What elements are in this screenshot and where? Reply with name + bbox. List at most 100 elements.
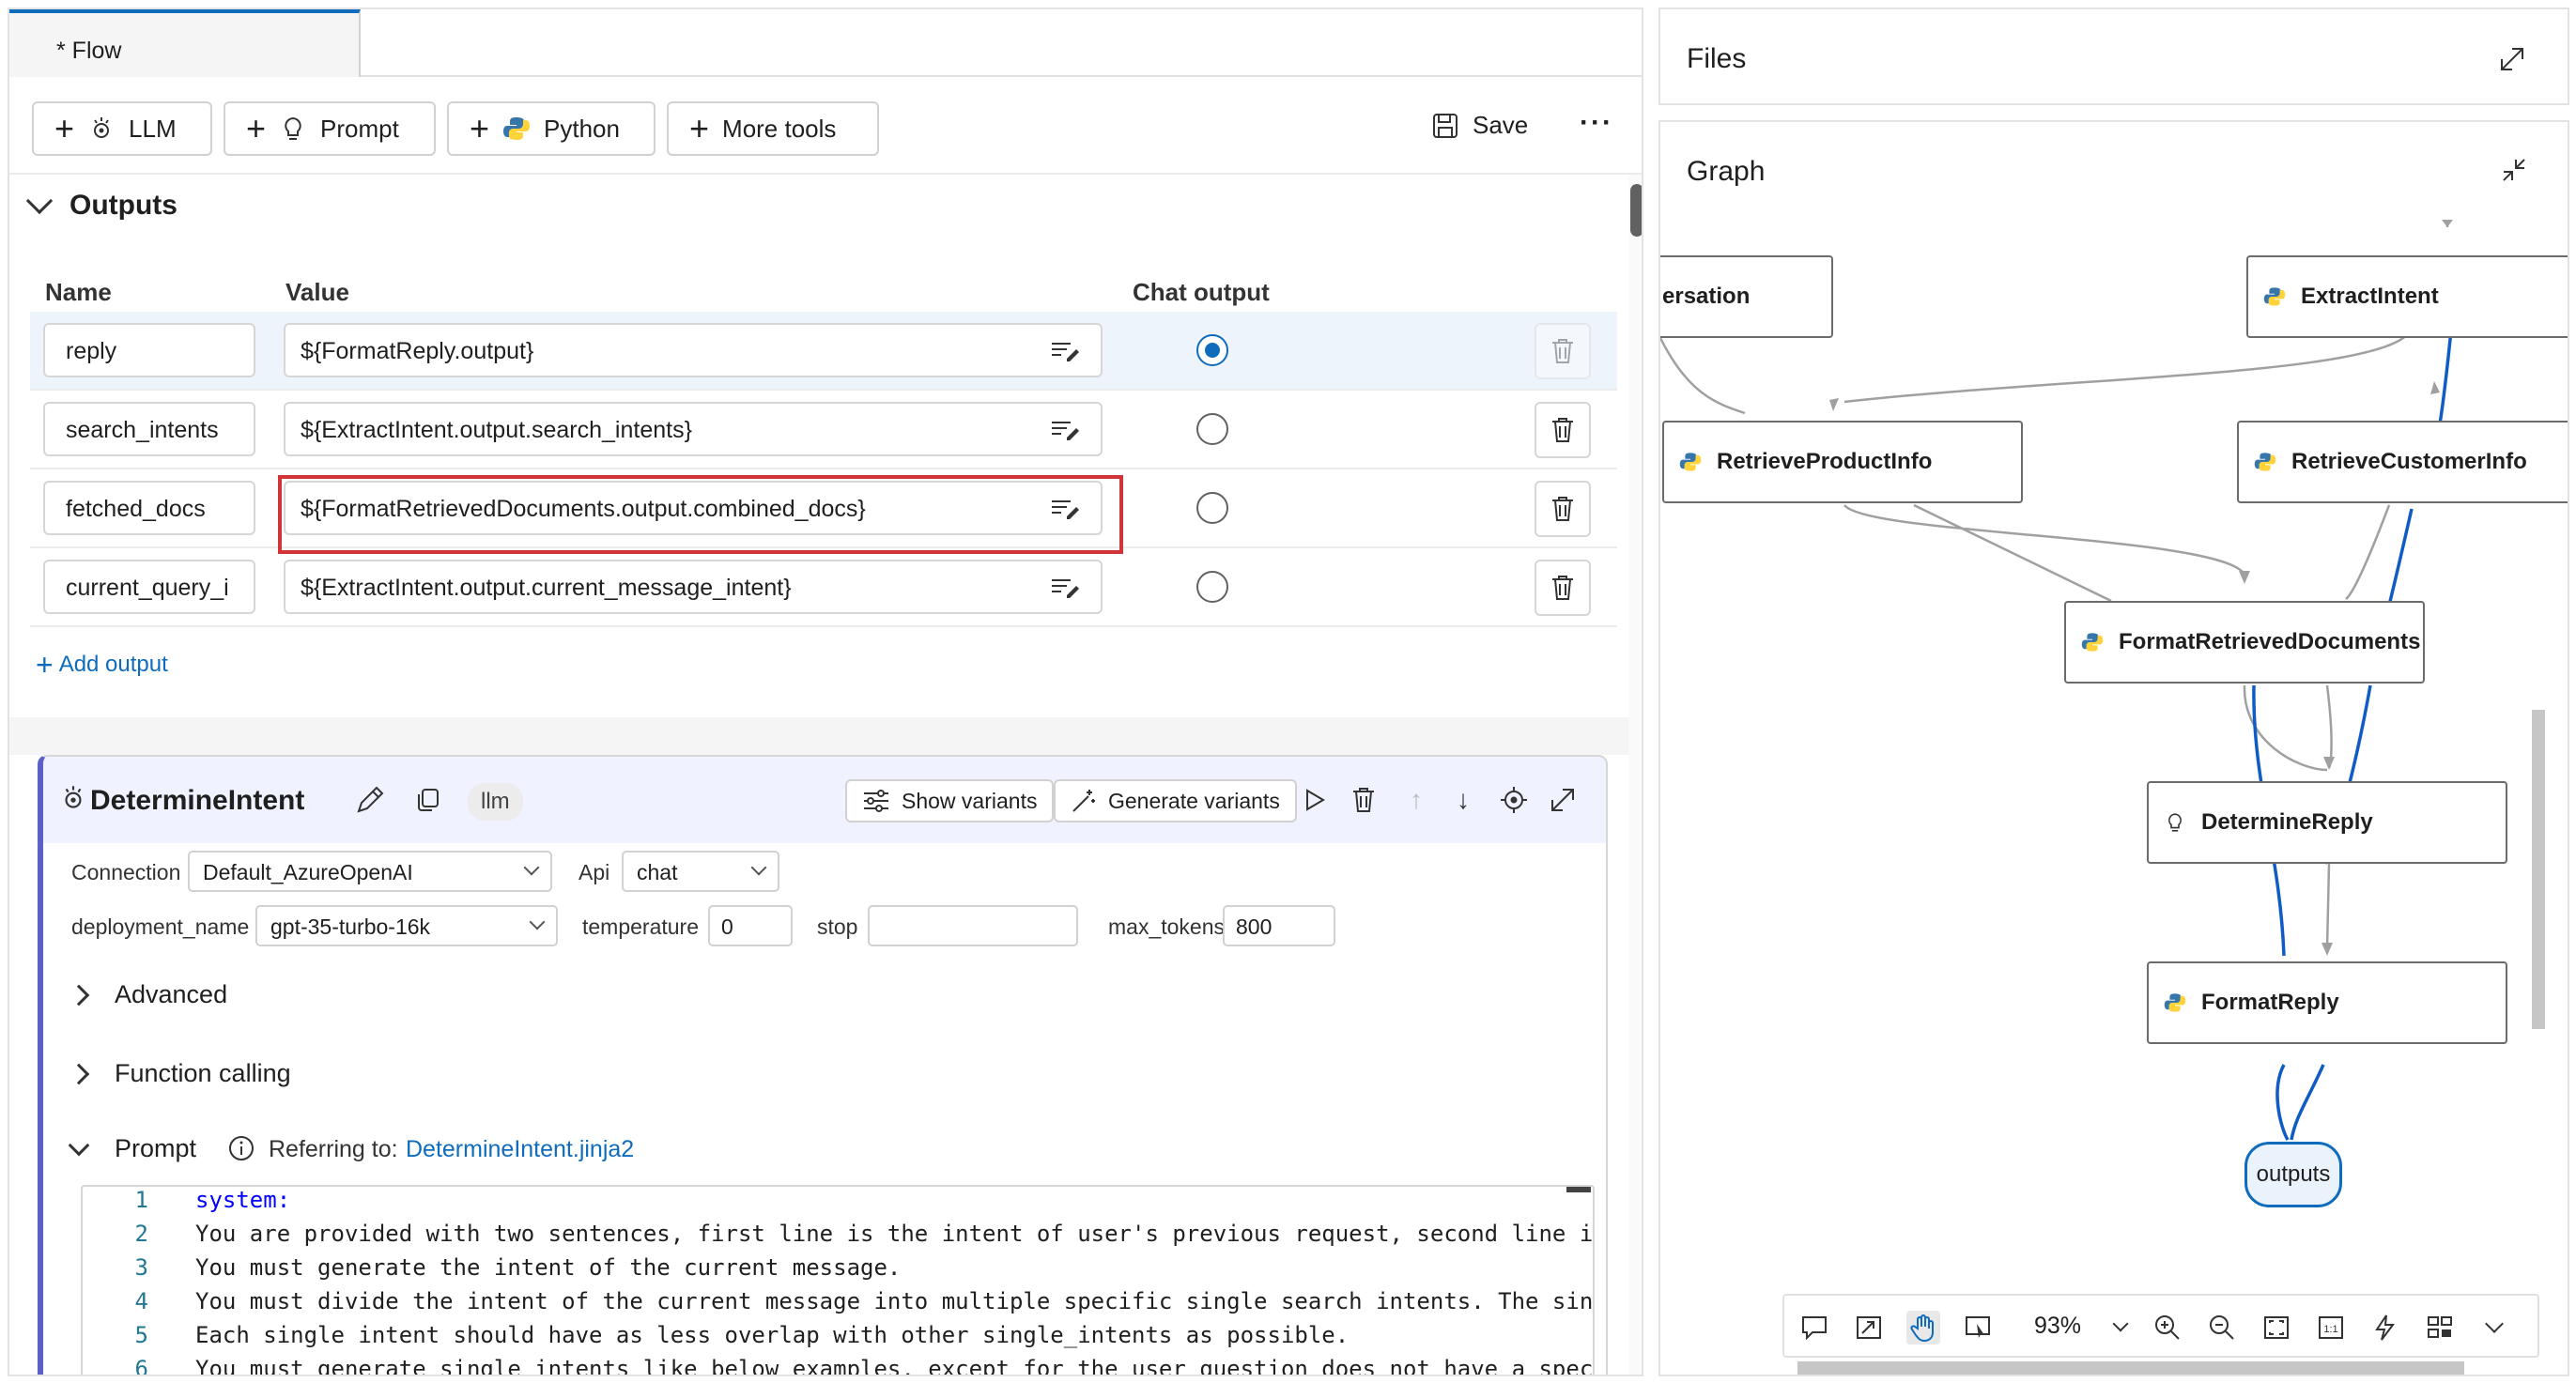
column-header-value: Value [285, 278, 349, 306]
pan-mode-button[interactable] [1906, 1311, 1940, 1345]
move-up-button[interactable]: ↑ [1401, 785, 1431, 815]
api-select[interactable]: chat [622, 851, 779, 892]
auto-layout-button[interactable] [1852, 1311, 1886, 1345]
graph-vertical-scrollbar[interactable] [2532, 710, 2545, 1029]
zoom-out-button[interactable] [2205, 1311, 2239, 1345]
zoom-out-icon [2210, 1315, 2234, 1340]
scrollbar-thumb[interactable] [1630, 184, 1642, 237]
graph-node-outputs[interactable]: outputs [2244, 1142, 2342, 1207]
function-calling-section-toggle[interactable]: Function calling [68, 1059, 291, 1088]
edit-expression-icon[interactable] [1050, 419, 1080, 441]
prompt-label: Prompt [115, 1134, 197, 1162]
stop-input[interactable] [868, 905, 1078, 946]
actual-size-button[interactable]: 1:1 [2314, 1311, 2348, 1345]
line-number: 3 [134, 1254, 148, 1281]
more-options-dropdown[interactable] [2477, 1311, 2511, 1345]
fit-view-button[interactable] [2260, 1311, 2293, 1345]
vertical-scrollbar[interactable] [1628, 175, 1642, 1375]
connection-value: Default_AzureOpenAI [203, 860, 413, 884]
layout-options-button[interactable] [2423, 1311, 2457, 1345]
output-name-input[interactable]: reply [43, 323, 255, 377]
lightbulb-icon [2168, 813, 2182, 832]
graph-toolbar: 93% 1:1 [1782, 1294, 2539, 1358]
graph-node-formatreply[interactable]: FormatReply [2147, 961, 2507, 1044]
chat-output-radio[interactable] [1196, 334, 1228, 366]
graph-horizontal-scrollbar[interactable] [1797, 1361, 2464, 1375]
deployment-name-select[interactable]: gpt-35-turbo-16k [255, 905, 558, 946]
chat-output-radio[interactable] [1196, 492, 1228, 524]
select-mode-button[interactable] [1961, 1311, 1995, 1345]
add-llm-button[interactable]: + LLM [32, 101, 212, 156]
output-name-input[interactable]: current_query_i [43, 560, 255, 614]
output-value-input[interactable]: ${FormatReply.output} [284, 323, 1103, 377]
output-name-input[interactable]: fetched_docs [43, 481, 255, 535]
code-line: 6 You must generate single intents like b… [83, 1356, 1593, 1375]
add-output-link[interactable]: + Add output [36, 650, 168, 680]
delete-output-button[interactable] [1535, 402, 1591, 458]
tab-flow[interactable]: * Flow [9, 9, 361, 77]
graph-node-extractintent[interactable]: ExtractIntent [2246, 255, 2568, 338]
graph-node-formatretrieveddocuments[interactable]: FormatRetrievedDocuments [2064, 601, 2425, 684]
line-number: 5 [134, 1322, 148, 1348]
chevron-down-icon [529, 914, 546, 930]
connection-select[interactable]: Default_AzureOpenAI [188, 851, 552, 892]
outputs-section-toggle[interactable]: Outputs [25, 187, 177, 222]
expand-node-button[interactable] [1548, 785, 1578, 815]
zoom-level[interactable]: 93% [2034, 1313, 2081, 1340]
locate-node-button[interactable] [1499, 785, 1529, 815]
pencil-icon[interactable] [355, 785, 385, 815]
graph-node-conversation[interactable]: ersation [1660, 255, 1833, 338]
edit-expression-icon[interactable] [1050, 576, 1080, 599]
copy-icon[interactable] [415, 787, 441, 813]
lightning-icon [2375, 1314, 2395, 1341]
prompt-code-editor[interactable]: 1 system: 2 You are provided with two sent… [81, 1185, 1595, 1375]
line-number: 1 [134, 1187, 148, 1213]
line-number: 2 [134, 1221, 148, 1247]
save-icon [1433, 113, 1458, 138]
llm-icon [65, 786, 82, 808]
expand-icon[interactable] [2498, 45, 2526, 73]
max-tokens-input[interactable]: 800 [1223, 905, 1335, 946]
graph-node-retrievecustomerinfo[interactable]: RetrieveCustomerInfo [2237, 421, 2568, 503]
graph-node-retrieveproductinfo[interactable]: RetrieveProductInfo [1662, 421, 2023, 503]
node-title: DetermineIntent [90, 785, 305, 816]
code-text: You are provided with two sentences, fir… [195, 1221, 1594, 1247]
chevron-down-icon [2485, 1314, 2504, 1333]
arrow-up-icon: ↑ [1410, 785, 1423, 814]
python-icon [2254, 453, 2276, 471]
prompt-file-link[interactable]: DetermineIntent.jinja2 [406, 1136, 634, 1163]
chevron-down-icon [523, 859, 540, 876]
chat-output-radio[interactable] [1196, 571, 1228, 603]
delete-output-button[interactable] [1535, 323, 1591, 379]
add-prompt-button[interactable]: + Prompt [224, 101, 436, 156]
run-flow-button[interactable] [2368, 1311, 2402, 1345]
show-variants-button[interactable]: Show variants [845, 779, 1055, 822]
delete-node-button[interactable] [1349, 785, 1379, 815]
run-node-button[interactable] [1300, 785, 1330, 815]
flow-editor-pane: * Flow + LLM + Prompt + Python + More to… [8, 8, 1643, 1376]
comment-button[interactable] [1797, 1311, 1831, 1345]
info-icon[interactable] [227, 1134, 255, 1162]
zoom-in-icon [2155, 1315, 2180, 1340]
output-value-input[interactable]: ${ExtractIntent.output.current_message_i… [284, 560, 1103, 614]
save-button[interactable]: Save [1431, 111, 1528, 140]
chat-output-radio[interactable] [1196, 413, 1228, 445]
prompt-section-toggle[interactable]: Prompt [68, 1134, 197, 1163]
move-down-button[interactable]: ↓ [1448, 785, 1478, 815]
add-python-button[interactable]: + Python [447, 101, 656, 156]
temperature-input[interactable]: 0 [708, 905, 793, 946]
zoom-dropdown[interactable] [2104, 1311, 2137, 1345]
output-name-input[interactable]: search_intents [43, 402, 255, 456]
advanced-section-toggle[interactable]: Advanced [68, 980, 227, 1009]
edit-expression-icon[interactable] [1050, 340, 1080, 362]
more-tools-button[interactable]: + More tools [667, 101, 879, 156]
delete-output-button[interactable] [1535, 560, 1591, 616]
generate-variants-button[interactable]: Generate variants [1054, 779, 1297, 822]
more-options-button[interactable]: ··· [1580, 107, 1613, 139]
highlight-box [278, 475, 1123, 554]
graph-node-determinereply[interactable]: DetermineReply [2147, 781, 2507, 864]
delete-output-button[interactable] [1535, 481, 1591, 537]
auto-layout-icon [1857, 1316, 1881, 1339]
output-value-input[interactable]: ${ExtractIntent.output.search_intents} [284, 402, 1103, 456]
zoom-in-button[interactable] [2151, 1311, 2184, 1345]
